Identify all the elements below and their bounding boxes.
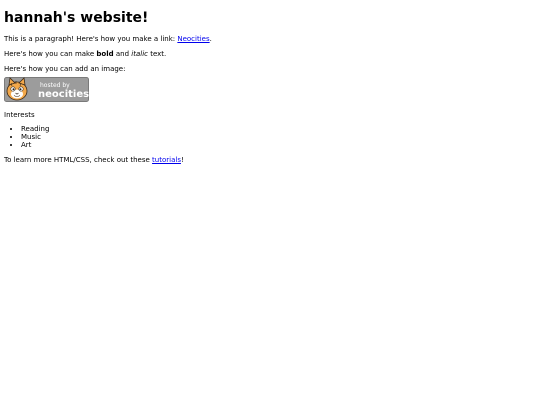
interest-item: Music	[21, 133, 536, 141]
intro-paragraph: This is a paragraph! Here's how you make…	[4, 35, 536, 43]
tutorials-paragraph: To learn more HTML/CSS, check out these …	[4, 156, 536, 164]
interest-item: Reading	[21, 125, 536, 133]
interest-item: Art	[21, 141, 536, 149]
intro-text: This is a paragraph! Here's how you make…	[4, 35, 178, 43]
hosted-by-neocities-badge: hosted by neocities	[4, 77, 89, 102]
formatting-text: Here's how you can make	[4, 50, 97, 58]
bold-text: bold	[96, 50, 114, 58]
formatting-text-middle: and	[113, 50, 132, 58]
image-paragraph: Here's how you can add an image:	[4, 65, 126, 73]
tutorials-text: To learn more HTML/CSS, check out these	[4, 156, 153, 164]
badge-line1: hosted by	[40, 82, 70, 89]
interests-heading: Interests	[4, 111, 35, 119]
neocities-link[interactable]: Neocities	[177, 35, 209, 43]
tutorials-link[interactable]: tutorials	[152, 156, 181, 164]
tutorials-text-end: !	[180, 156, 184, 164]
page: hannah's website! This is a paragraph! H…	[0, 0, 540, 405]
badge-line2: neocities	[38, 89, 89, 100]
interests-list: Reading Music Art	[4, 125, 536, 149]
formatting-text-end: text.	[147, 50, 167, 58]
italic-text: italic	[131, 50, 148, 58]
page-title: hannah's website!	[4, 10, 149, 26]
intro-text-end: .	[209, 35, 212, 43]
formatting-paragraph: Here's how you can make bold and italic …	[4, 50, 536, 58]
